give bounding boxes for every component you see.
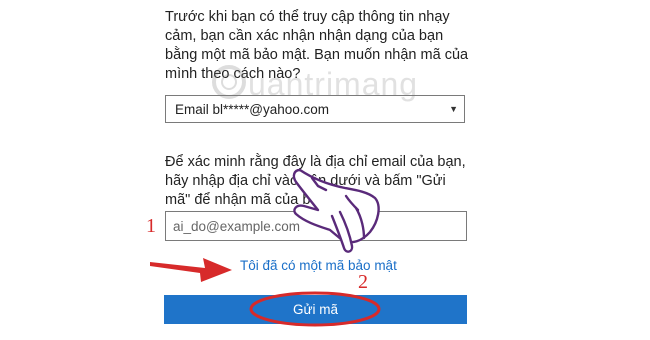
annotation-step-1: 1	[146, 215, 156, 237]
select-value: Email bl*****@yahoo.com	[175, 101, 330, 117]
send-code-label: Gửi mã	[292, 302, 339, 317]
send-code-button[interactable]: Gửi mã	[164, 295, 467, 324]
have-code-link[interactable]: Tôi đã có một mã bảo mật	[240, 258, 397, 273]
email-input-placeholder: ai_do@example.com	[173, 218, 301, 234]
watermark: uantrimang	[248, 66, 419, 102]
red-arrow-icon	[150, 258, 232, 282]
explain-text: Để xác minh rằng đây là địa chỉ email củ…	[165, 154, 466, 208]
dropdown-arrow-icon: ▼	[449, 104, 458, 114]
annotation-step-2: 2	[358, 271, 368, 293]
email-input[interactable]: ai_do@example.com	[165, 211, 467, 241]
